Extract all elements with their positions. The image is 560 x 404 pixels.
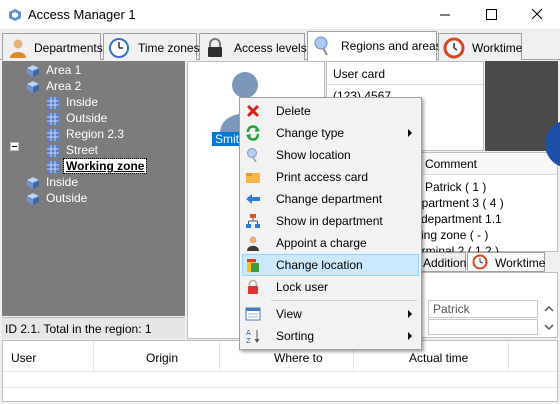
column-divider (93, 341, 94, 371)
menu-item-change-department[interactable]: Change department (242, 188, 419, 210)
arrow-change-department-icon (246, 194, 260, 204)
menu-item-show-in-department[interactable]: Show in department (242, 210, 419, 232)
print-card-icon (246, 173, 260, 183)
tree-status-bar: ID 2.1. Total in the region: 1 (2, 317, 185, 339)
department-tree-icon (246, 214, 260, 228)
window-title: Access Manager 1 (28, 7, 136, 22)
grid-row: epartment 3 ( 4 ) (415, 196, 504, 210)
menu-item-show-location[interactable]: Show location (242, 144, 419, 166)
worktime-clock-icon (472, 254, 488, 270)
first-name-field[interactable]: Patrick (428, 300, 538, 318)
title-bar: Access Manager 1 (0, 0, 560, 30)
zone-grid-icon (47, 161, 59, 173)
menu-item-change-location[interactable]: Change location (242, 254, 419, 276)
table-row-divider (3, 387, 557, 388)
zone-grid-icon (47, 145, 59, 157)
tab-regions-and-areas[interactable]: Regions and areas (307, 31, 442, 61)
zone-grid-icon (47, 129, 59, 141)
pin-icon (314, 36, 328, 56)
tab-time-zones[interactable]: Time zones (103, 33, 200, 60)
menu-item-change-type[interactable]: Change type (242, 122, 419, 144)
tab-worktime[interactable]: Worktime (438, 33, 522, 60)
column-header-origin[interactable]: Origin (146, 351, 178, 365)
menu-item-print-access-card[interactable]: Print access card (242, 166, 419, 188)
menu-item-delete[interactable]: Delete (242, 100, 419, 122)
menu-item-view[interactable]: View (242, 303, 419, 325)
column-header-actual-time[interactable]: Actual time (409, 351, 468, 365)
submenu-arrow-icon (408, 129, 412, 137)
change-location-icon (247, 259, 259, 272)
change-type-icon (246, 125, 260, 141)
svg-text:Z: Z (246, 337, 251, 344)
main-tab-strip: Departments Time zones Access levels Reg… (0, 30, 560, 61)
tab-access-levels[interactable]: Access levels (199, 33, 307, 60)
maximize-button[interactable] (468, 0, 514, 30)
menu-item-appoint-a-charge[interactable]: Appoint a charge (242, 232, 419, 254)
submenu-arrow-icon (408, 310, 412, 318)
table-row-divider (3, 371, 557, 372)
user-fields-panel: Patrick (420, 272, 558, 338)
tree-expander-area-2[interactable] (10, 142, 19, 151)
column-header-user[interactable]: User (11, 351, 36, 365)
close-button[interactable] (514, 0, 560, 30)
minimize-button[interactable] (422, 0, 468, 30)
area-icon (27, 193, 39, 205)
submenu-arrow-icon (408, 332, 412, 340)
zone-grid-icon (47, 97, 59, 109)
maximize-icon (486, 9, 497, 20)
show-location-pin-icon (247, 148, 257, 163)
view-icon (245, 307, 261, 321)
column-header-where-to[interactable]: Where to (274, 351, 323, 365)
appoint-charge-icon (247, 236, 259, 251)
column-divider (508, 341, 509, 371)
menu-item-sorting[interactable]: AZ Sorting (242, 325, 419, 347)
chevron-up-icon[interactable] (542, 300, 556, 318)
tab-departments[interactable]: Departments (2, 33, 103, 60)
minimize-icon (440, 14, 450, 16)
grid-row: king zone ( - ) (415, 228, 489, 242)
zone-grid-icon (47, 113, 59, 125)
menu-separator (271, 300, 417, 301)
column-divider (219, 341, 220, 371)
worktime-clock-icon (443, 37, 465, 59)
delete-x-icon (246, 104, 260, 118)
menu-item-lock-user[interactable]: Lock user (242, 276, 419, 298)
secondary-name-field[interactable] (428, 319, 538, 335)
close-icon (531, 8, 543, 20)
user-card-title: User card (333, 67, 386, 81)
svg-text:A: A (246, 329, 251, 337)
comment-column-header: Comment (425, 157, 478, 171)
lock-user-icon (248, 279, 258, 294)
area-icon (27, 65, 39, 77)
grid-row: l department 1.1 (415, 212, 502, 226)
area-icon (27, 81, 39, 93)
sort-icon: AZ (246, 329, 260, 344)
app-icon (9, 9, 21, 21)
clock-icon (109, 38, 129, 58)
lock-icon (208, 38, 222, 57)
context-menu: Delete Change type Show location Print a… (239, 97, 422, 350)
regions-tree[interactable]: Area 1 Area 2 Inside Outside Region 2.3 … (2, 61, 185, 316)
tab-worktime-sub[interactable]: Worktime (467, 252, 545, 272)
user-icon (10, 39, 26, 58)
region-status-text: ID 2.1. Total in the region: 1 (5, 322, 152, 336)
area-icon (27, 177, 39, 189)
chevron-down-icon[interactable] (542, 318, 556, 336)
user-card-divider (327, 84, 483, 85)
grid-row: n Patrick ( 1 ) (415, 180, 487, 194)
